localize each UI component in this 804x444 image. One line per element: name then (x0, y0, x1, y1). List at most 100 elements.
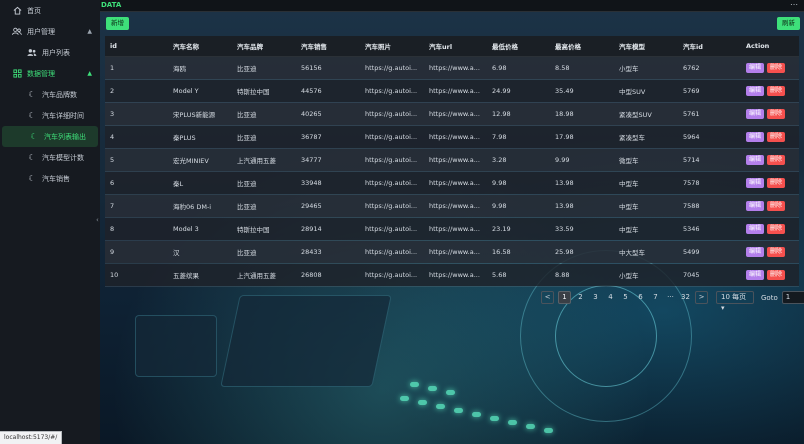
table-cell: 9.98 (487, 194, 550, 218)
table-cell: 小型车 (614, 56, 678, 80)
table-cell: 中型车 (614, 194, 678, 218)
action-cell: 编辑 删除 (741, 263, 799, 287)
table-cell: 中型车 (614, 171, 678, 195)
table-cell: 24.99 (487, 79, 550, 103)
edit-button[interactable]: 编辑 (746, 270, 765, 280)
delete-button[interactable]: 删除 (767, 155, 786, 165)
edit-button[interactable]: 编辑 (746, 201, 765, 211)
next-page-button[interactable]: > (695, 291, 708, 304)
page-button-last[interactable]: 32 (678, 291, 693, 304)
edit-button[interactable]: 编辑 (746, 247, 765, 257)
column-header[interactable]: 最高价格 (550, 36, 614, 57)
top-bar: DATA ⋯ (100, 0, 804, 12)
page-button[interactable]: 6 (633, 291, 648, 304)
table-row: 10 五菱缤果 上汽通用五菱 26808 https://g.autoi... https… (105, 263, 799, 287)
page-button[interactable]: 7 (648, 291, 663, 304)
table-cell: 秦L (168, 171, 232, 195)
delete-button[interactable]: 删除 (767, 178, 786, 188)
table-cell: https://g.autoi... (360, 240, 424, 264)
column-header[interactable]: 汽车销售 (296, 36, 360, 57)
delete-button[interactable]: 删除 (767, 132, 786, 142)
table-cell: 比亚迪 (232, 56, 296, 80)
column-header[interactable]: 汽车id (678, 36, 741, 57)
action-cell: 编辑 删除 (741, 56, 799, 80)
delete-button[interactable]: 删除 (767, 109, 786, 119)
delete-button[interactable]: 删除 (767, 224, 786, 234)
action-cell: 编辑 删除 (741, 102, 799, 126)
background-decoration (418, 400, 427, 405)
table-cell: 6 (105, 171, 168, 195)
sidebar-group-data[interactable]: 数据管理 ▲ (0, 63, 100, 84)
edit-button[interactable]: 编辑 (746, 86, 765, 96)
column-header[interactable]: 汽车模型 (614, 36, 678, 57)
edit-button[interactable]: 编辑 (746, 155, 765, 165)
sidebar-item-home[interactable]: 首页 (0, 0, 100, 21)
column-header[interactable]: 汽车照片 (360, 36, 424, 57)
edit-button[interactable]: 编辑 (746, 224, 765, 234)
page-button[interactable]: 4 (603, 291, 618, 304)
sidebar-item-sales[interactable]: ☾ 汽车销售 (0, 168, 100, 189)
page-button-current[interactable]: 1 (558, 291, 571, 304)
table-cell: https://g.autoi... (360, 125, 424, 149)
sidebar-group-users[interactable]: 用户管理 ▲ (0, 21, 100, 42)
edit-button[interactable]: 编辑 (746, 178, 765, 188)
table-cell: https://www.a... (424, 148, 487, 172)
column-header[interactable]: 汽车url (424, 36, 487, 57)
table-cell: 海豹06 DM-i (168, 194, 232, 218)
refresh-button[interactable]: 刷新 (777, 17, 800, 30)
column-header[interactable]: 汽车品牌 (232, 36, 296, 57)
table-cell: 8.58 (550, 56, 614, 80)
table-cell: https://www.a... (424, 125, 487, 149)
sidebar-item-label: 汽车销售 (42, 174, 70, 183)
column-header[interactable]: 汽车名称 (168, 36, 232, 57)
background-decoration (410, 382, 419, 387)
chevron-up-icon: ▲ (87, 70, 92, 77)
sidebar-item-detail-time[interactable]: ☾ 汽车详细时间 (0, 105, 100, 126)
chevron-up-icon: ▲ (87, 28, 92, 35)
table-cell: 秦PLUS (168, 125, 232, 149)
add-button[interactable]: 新增 (106, 17, 129, 30)
prev-page-button[interactable]: < (541, 291, 554, 304)
background-decoration (135, 315, 217, 377)
page-button[interactable]: 3 (588, 291, 603, 304)
page-size-select[interactable]: 10 每页 ▾ (716, 291, 754, 312)
table-row: 2 Model Y 特斯拉中国 44576 https://g.autoi... http… (105, 79, 799, 103)
delete-button[interactable]: 删除 (767, 201, 786, 211)
table-cell: 上汽通用五菱 (232, 148, 296, 172)
sidebar-item-model-count[interactable]: ☾ 汽车模型计数 (0, 147, 100, 168)
pagination-ellipsis[interactable]: ··· (663, 291, 678, 304)
delete-button[interactable]: 删除 (767, 63, 786, 73)
sidebar-item-brand-count[interactable]: ☾ 汽车品牌数 (0, 84, 100, 105)
column-header[interactable]: id (105, 36, 168, 57)
table-cell: 3.28 (487, 148, 550, 172)
page-button[interactable]: 2 (573, 291, 588, 304)
table-cell: 40265 (296, 102, 360, 126)
background-decoration (446, 390, 455, 395)
table-cell: https://g.autoi... (360, 217, 424, 241)
table-cell: 中型SUV (614, 79, 678, 103)
sidebar-item-user-list[interactable]: 用户列表 (0, 42, 100, 63)
more-icon[interactable]: ⋯ (790, 0, 798, 10)
table-cell: 17.98 (550, 125, 614, 149)
table-cell: 13.98 (550, 194, 614, 218)
table-cell: 29465 (296, 194, 360, 218)
table-cell: 9 (105, 240, 168, 264)
table-header-row: id 汽车名称 汽车品牌 汽车销售 汽车照片 汽车url 最低价格 最高价格 汽… (105, 36, 799, 57)
delete-button[interactable]: 删除 (767, 247, 786, 257)
delete-button[interactable]: 删除 (767, 270, 786, 280)
sidebar-item-label: 汽车品牌数 (42, 90, 77, 99)
page-button[interactable]: 5 (618, 291, 633, 304)
edit-button[interactable]: 编辑 (746, 109, 765, 119)
edit-button[interactable]: 编辑 (746, 132, 765, 142)
sidebar-item-car-list[interactable]: ☾ 汽车列表输出 (2, 126, 98, 147)
goto-input[interactable]: 1 (781, 291, 804, 304)
table-cell: https://g.autoi... (360, 79, 424, 103)
sidebar: 首页 用户管理 ▲ 用户列表 数据管理 ▲ ☾ 汽车品牌数 ☾ 汽车详细时间 ☾… (0, 0, 101, 444)
sidebar-item-label: 汽车列表输出 (44, 132, 86, 141)
moon-icon: ☾ (30, 132, 38, 141)
grid-icon (12, 69, 22, 79)
column-header[interactable]: 最低价格 (487, 36, 550, 57)
edit-button[interactable]: 编辑 (746, 63, 765, 73)
background-decoration (526, 424, 535, 429)
delete-button[interactable]: 删除 (767, 86, 786, 96)
